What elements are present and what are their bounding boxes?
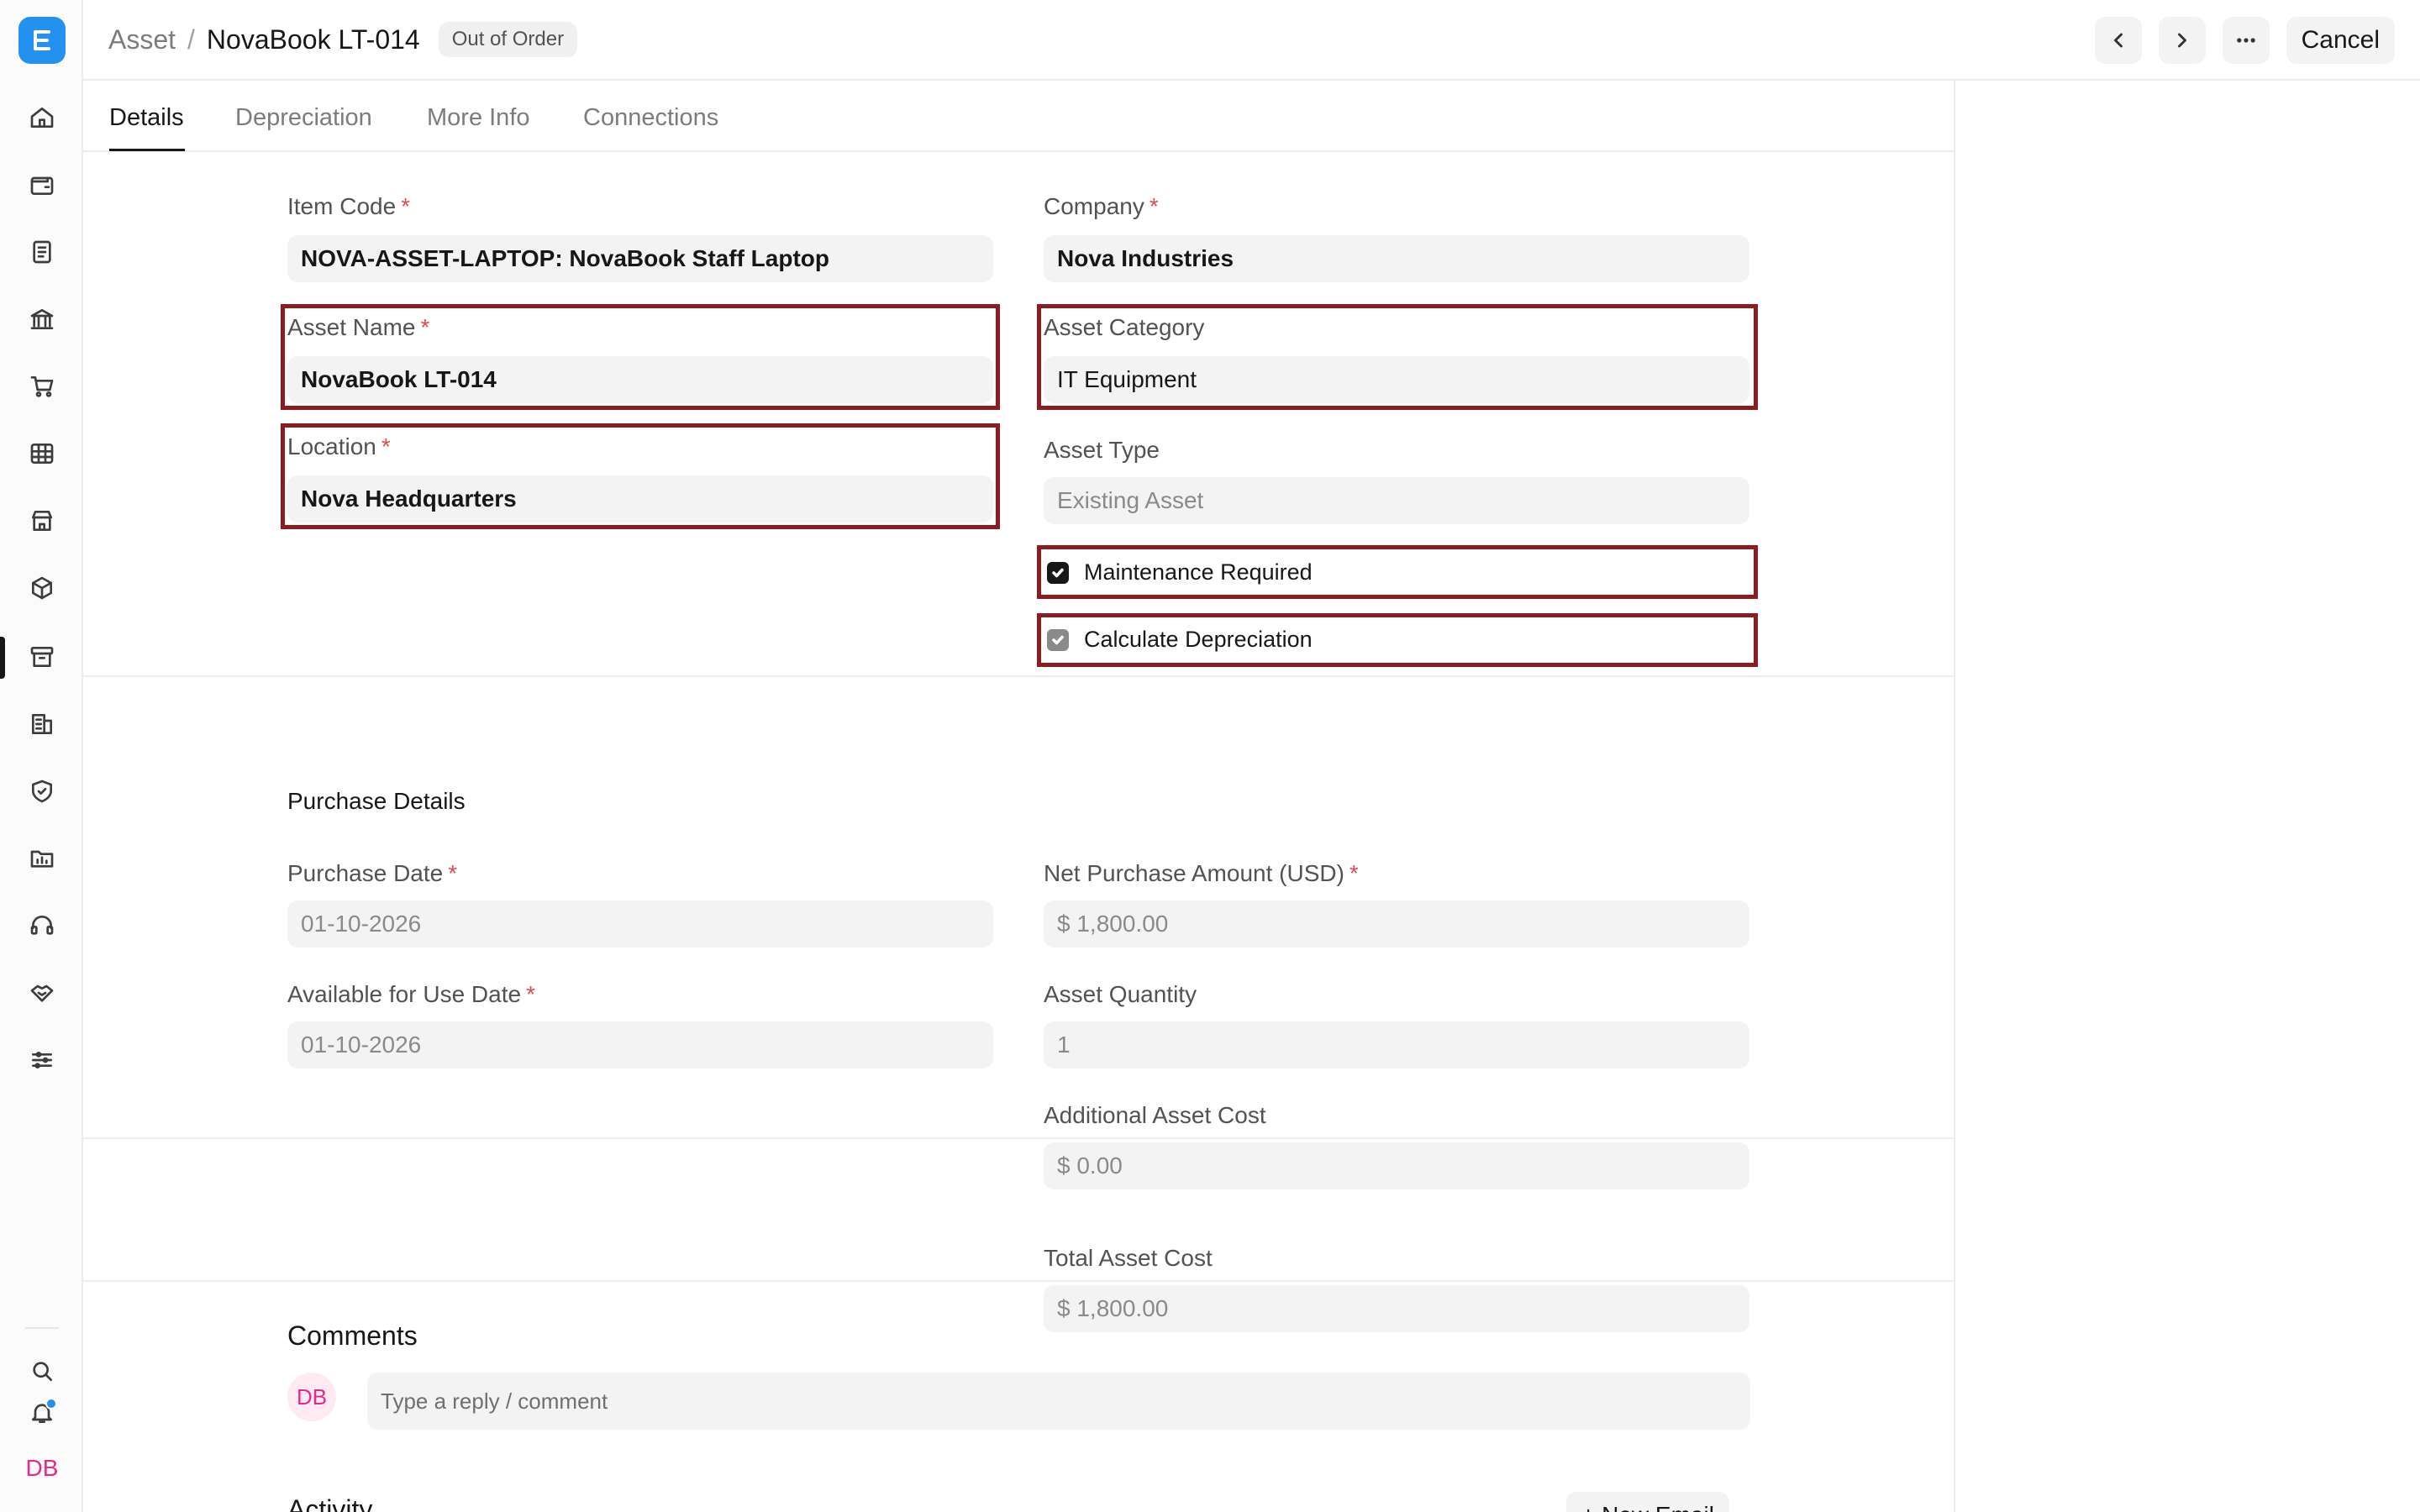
folder-chart-icon[interactable] [22,838,62,879]
company-label: Company * [1044,193,1159,219]
check-icon [1052,568,1064,577]
maintenance-required-checkbox-row[interactable]: Maintenance Required [1047,559,1313,585]
activity-title: Activity [287,1494,373,1512]
comments-title: Comments [287,1320,418,1351]
ellipsis-icon [2236,38,2255,43]
receipt-icon[interactable] [22,232,62,272]
purchase-details-title: Purchase Details [287,788,466,814]
tab-details[interactable]: Details [109,104,184,132]
asset-quantity-field[interactable]: 1 [1044,1021,1749,1068]
tab-depreciation[interactable]: Depreciation [235,104,372,132]
asset-type-label: Asset Type [1044,437,1160,463]
comment-avatar: DB [287,1373,336,1421]
building-icon[interactable] [22,704,62,744]
archive-icon[interactable] [22,637,62,677]
sidebar: DB [0,0,83,1512]
location-label: Location * [287,433,391,459]
status-badge: Out of Order [438,22,578,57]
net-purchase-amount-field[interactable]: $ 1,800.00 [1044,900,1749,948]
more-actions-button[interactable] [2222,17,2270,64]
asset-category-label: Asset Category [1044,314,1205,340]
breadcrumb-separator: / [187,24,195,55]
shield-icon[interactable] [22,771,62,811]
asset-name-label: Asset Name * [287,314,430,340]
new-email-button[interactable]: + New Email [1566,1492,1729,1512]
active-tab-indicator [109,149,185,151]
item-code-label: Item Code * [287,193,411,219]
bell-icon[interactable] [22,1393,62,1433]
grid-icon[interactable] [22,433,62,474]
purchase-date-label: Purchase Date * [287,860,458,886]
bank-icon[interactable] [22,299,62,339]
calculate-depreciation-label: Calculate Depreciation [1084,627,1313,652]
cart-icon[interactable] [22,366,62,407]
search-icon[interactable] [22,1351,62,1391]
page-title: NovaBook LT-014 [206,24,420,55]
tab-bar: Details Depreciation More Info Connectio… [83,81,1954,152]
package-icon[interactable] [22,568,62,608]
headset-icon[interactable] [22,906,62,946]
store-icon[interactable] [22,501,62,541]
asset-category-field[interactable]: IT Equipment [1044,356,1749,403]
asset-name-field[interactable]: NovaBook LT-014 [287,356,993,403]
calculate-depreciation-checkbox[interactable] [1047,628,1069,651]
available-for-use-date-field[interactable]: 01-10-2026 [287,1021,993,1068]
additional-asset-cost-label: Additional Asset Cost [1044,1102,1266,1128]
cancel-button[interactable]: Cancel [2286,17,2395,64]
check-icon [1052,635,1064,644]
calculate-depreciation-checkbox-row[interactable]: Calculate Depreciation [1047,627,1313,653]
chevron-right-icon [2177,33,2186,48]
asset-quantity-label: Asset Quantity [1044,981,1197,1007]
company-field[interactable]: Nova Industries [1044,235,1749,282]
tab-connections[interactable]: Connections [583,104,718,132]
breadcrumb: Asset / NovaBook LT-014 Out of Order [108,22,578,57]
comment-input[interactable]: Type a reply / comment [367,1373,1750,1430]
home-icon[interactable] [22,97,62,138]
sidebar-divider [25,1327,59,1329]
user-avatar[interactable]: DB [20,1448,64,1488]
section-divider [83,1137,1954,1139]
app-logo-icon [34,30,50,50]
active-nav-indicator [0,637,5,679]
purchase-date-field[interactable]: 01-10-2026 [287,900,993,948]
section-divider [83,675,1954,677]
location-field[interactable]: Nova Headquarters [287,475,993,522]
sliders-icon[interactable] [22,1040,62,1080]
net-purchase-amount-label: Net Purchase Amount (USD) * [1044,860,1359,886]
handshake-icon[interactable] [22,973,62,1013]
additional-asset-cost-field[interactable]: $ 0.00 [1044,1142,1749,1189]
maintenance-required-checkbox[interactable] [1047,561,1069,584]
maintenance-required-label: Maintenance Required [1084,559,1313,585]
previous-record-button[interactable] [2094,17,2142,64]
top-actions: Cancel [2094,17,2395,64]
section-divider [83,1280,1954,1282]
app-logo[interactable] [18,17,66,64]
breadcrumb-parent-link[interactable]: Asset [108,24,176,55]
top-bar: Asset / NovaBook LT-014 Out of Order Can… [83,0,2420,81]
chevron-left-icon [2113,33,2123,48]
asset-type-field[interactable]: Existing Asset [1044,477,1749,524]
available-for-use-date-label: Available for Use Date * [287,981,535,1007]
total-asset-cost-label: Total Asset Cost [1044,1245,1213,1271]
tab-more-info[interactable]: More Info [427,104,530,132]
notification-dot [45,1398,57,1410]
item-code-field[interactable]: NOVA-ASSET-LAPTOP: NovaBook Staff Laptop [287,235,993,282]
total-asset-cost-field[interactable]: $ 1,800.00 [1044,1285,1749,1332]
next-record-button[interactable] [2158,17,2206,64]
main-content: Details Depreciation More Info Connectio… [83,81,1955,1512]
wallet-icon[interactable] [22,165,62,205]
